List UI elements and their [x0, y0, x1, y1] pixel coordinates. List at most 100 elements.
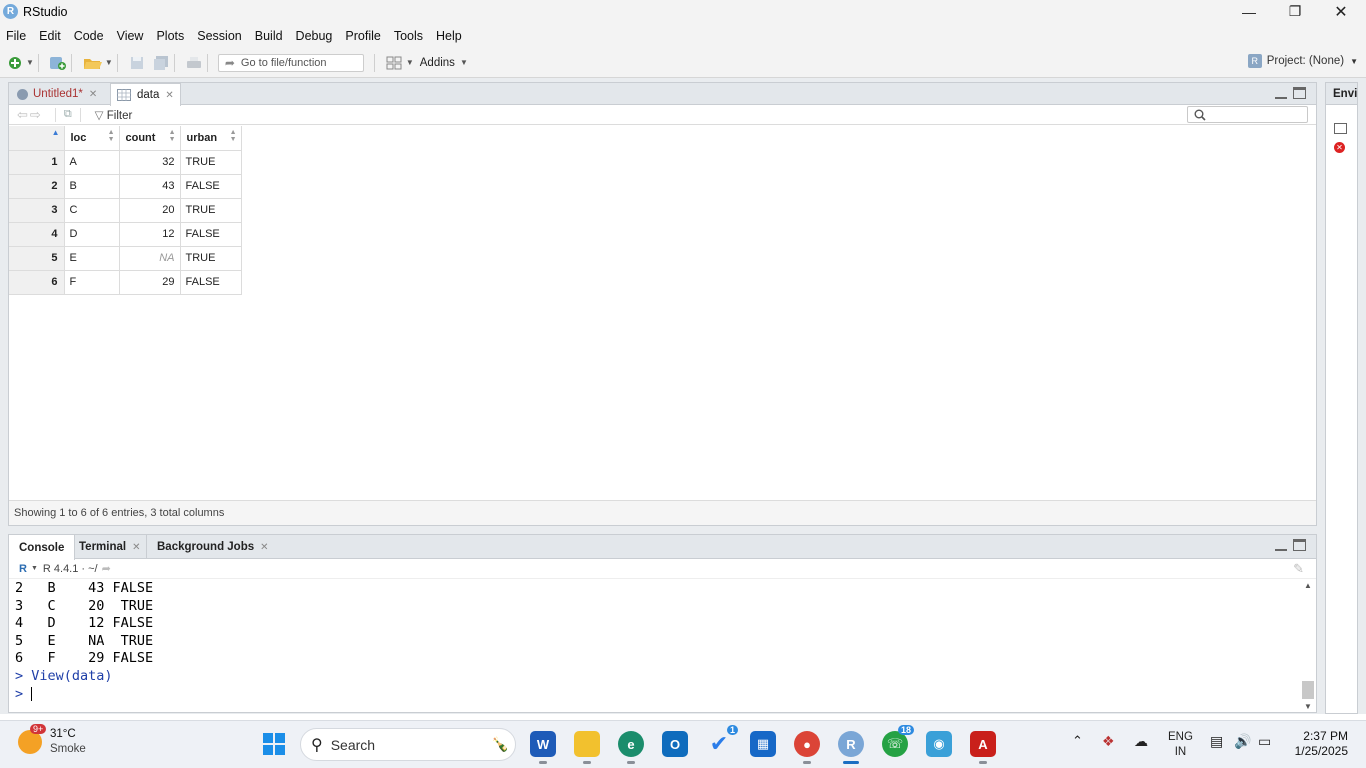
scroll-down-icon[interactable]: ▼	[1302, 702, 1314, 711]
environment-pane: Envi ✕	[1325, 82, 1358, 714]
table-row: 6 F 29 FALSE	[9, 270, 242, 295]
tab-data[interactable]: data ✕	[110, 83, 181, 106]
system-clock[interactable]: 2:37 PM 1/25/2025	[1295, 729, 1348, 759]
menu-view[interactable]: View	[117, 29, 144, 43]
open-folder-icon[interactable]	[82, 54, 104, 72]
battery-icon[interactable]: ▭	[1258, 733, 1271, 750]
toolbar-divider	[79, 107, 81, 122]
menu-tools[interactable]: Tools	[394, 29, 423, 43]
restore-pane-icon[interactable]	[1334, 123, 1347, 134]
minimize-pane-icon[interactable]	[1275, 87, 1287, 99]
dropbox-tray-icon[interactable]: ❖	[1102, 733, 1115, 750]
chevron-down-icon[interactable]: ▼	[105, 58, 113, 67]
tab-background-jobs-label: Background Jobs	[157, 541, 255, 553]
close-tab-icon[interactable]: ✕	[260, 542, 268, 553]
tab-console[interactable]: Console	[9, 535, 76, 560]
menu-code[interactable]: Code	[74, 29, 104, 43]
menu-profile[interactable]: Profile	[345, 29, 380, 43]
word-app-icon[interactable]: W	[530, 731, 556, 764]
minimize-button[interactable]: —	[1226, 0, 1272, 23]
network-tray-icon[interactable]: ☁	[1134, 733, 1148, 750]
table-cell: D	[64, 222, 120, 247]
save-icon[interactable]	[128, 54, 146, 72]
console-scrollbar[interactable]: ▲ ▼	[1302, 581, 1314, 711]
menu-debug[interactable]: Debug	[296, 29, 333, 43]
maximize-pane-icon[interactable]	[1293, 87, 1306, 99]
acrobat-app-icon[interactable]: A	[970, 731, 996, 764]
r-logo-icon: R	[19, 562, 27, 575]
clear-console-icon[interactable]: ✎	[1293, 561, 1304, 577]
project-menu[interactable]: R Project: (None) ▼	[1247, 54, 1358, 68]
menu-plots[interactable]: Plots	[156, 29, 184, 43]
tab-environment[interactable]: Envi	[1326, 83, 1357, 105]
table-row: 4 D 12 FALSE	[9, 222, 242, 247]
outlook-app-icon[interactable]: O	[662, 731, 688, 757]
file-explorer-icon[interactable]	[574, 731, 600, 764]
tab-terminal[interactable]: Terminal ✕	[69, 535, 150, 559]
source-tab-strip: Untitled1* ✕ data ✕	[9, 83, 1316, 106]
table-cell: FALSE	[180, 270, 242, 295]
menu-help[interactable]: Help	[436, 29, 462, 43]
edge-browser-icon[interactable]: e	[618, 731, 644, 764]
language-indicator[interactable]: ENG IN	[1168, 730, 1193, 760]
new-project-icon[interactable]	[49, 54, 67, 72]
rstudio-taskbar-icon[interactable]: R	[838, 731, 864, 764]
whatsapp-app-icon[interactable]: ☏ 18	[882, 725, 914, 757]
menu-build[interactable]: Build	[255, 29, 283, 43]
column-header-count[interactable]: count ▲ ▼	[119, 126, 181, 151]
tab-background-jobs[interactable]: Background Jobs ✕	[146, 535, 279, 559]
grid-layout-icon[interactable]	[385, 54, 403, 72]
weather-widget[interactable]: 9+ 31°C Smoke	[18, 724, 86, 757]
start-button[interactable]	[263, 733, 285, 755]
chrome-browser-icon[interactable]: ●	[794, 731, 820, 764]
go-to-file-input[interactable]: ➦ Go to file/function	[217, 53, 364, 72]
row-number-header[interactable]: ▲	[9, 126, 65, 151]
display-tray-icon[interactable]: ▤	[1210, 733, 1223, 750]
chevron-down-icon[interactable]: ▼	[460, 58, 468, 67]
data-search-input[interactable]	[1187, 106, 1308, 123]
forward-arrow-icon[interactable]: ⇨	[30, 107, 41, 123]
minimize-pane-icon[interactable]	[1275, 539, 1287, 551]
tab-untitled1-label: Untitled1*	[33, 88, 83, 100]
table-row: 1 A 32 TRUE	[9, 150, 242, 175]
restore-button[interactable]: ❐	[1272, 0, 1318, 23]
chevron-up-icon[interactable]: ⌃	[1072, 733, 1083, 749]
console-line: 6 F 29 FALSE	[15, 650, 154, 667]
chevron-down-icon[interactable]: ▼	[26, 58, 34, 67]
column-header-loc[interactable]: loc ▲ ▼	[64, 126, 120, 151]
taskbar-search[interactable]: ⚲ Search 🍾	[300, 728, 516, 761]
print-icon[interactable]	[185, 54, 203, 72]
go-to-directory-icon[interactable]: ➦	[102, 562, 111, 575]
menu-edit[interactable]: Edit	[39, 29, 61, 43]
menu-file[interactable]: File	[6, 29, 26, 43]
table-cell: B	[64, 174, 120, 199]
calendar-app-icon[interactable]: ▦	[750, 731, 776, 757]
filter-button[interactable]: ▽ Filter	[95, 108, 133, 122]
addins-button[interactable]: Addins	[420, 57, 455, 69]
column-header-urban[interactable]: urban ▲ ▼	[180, 126, 242, 151]
console-prompt[interactable]: >	[15, 686, 1299, 704]
scroll-up-icon[interactable]: ▲	[1302, 581, 1314, 590]
new-file-icon[interactable]	[6, 54, 24, 72]
todo-app-icon[interactable]: ✔ 1	[706, 725, 738, 757]
close-tab-icon[interactable]: ✕	[132, 542, 140, 553]
close-tab-icon[interactable]: ✕	[165, 90, 173, 101]
maximize-pane-icon[interactable]	[1293, 539, 1306, 551]
taskbar-search-label: Search	[330, 736, 376, 753]
close-button[interactable]: ✕	[1318, 0, 1364, 23]
tab-untitled1[interactable]: Untitled1* ✕	[11, 83, 103, 105]
back-arrow-icon[interactable]: ⇦	[17, 107, 28, 123]
maps-app-icon[interactable]: ◉	[926, 731, 952, 757]
chevron-down-icon[interactable]: ▼	[31, 565, 38, 572]
table-cell: 32	[119, 150, 181, 175]
close-tab-icon[interactable]: ✕	[89, 89, 97, 100]
menu-session[interactable]: Session	[197, 29, 241, 43]
scrollbar-thumb[interactable]	[1302, 681, 1314, 699]
save-all-icon[interactable]	[152, 54, 170, 72]
table-cell: 20	[119, 198, 181, 223]
volume-icon[interactable]: 🔊	[1234, 733, 1251, 750]
chevron-down-icon[interactable]: ▼	[406, 58, 414, 67]
console-output[interactable]: 2 B 43 FALSE 3 C 20 TRUE 4 D 12 FALSE 5 E N…	[9, 580, 1299, 712]
pop-out-icon[interactable]: ⧉	[64, 108, 72, 121]
clock-date: 1/25/2025	[1294, 744, 1348, 758]
